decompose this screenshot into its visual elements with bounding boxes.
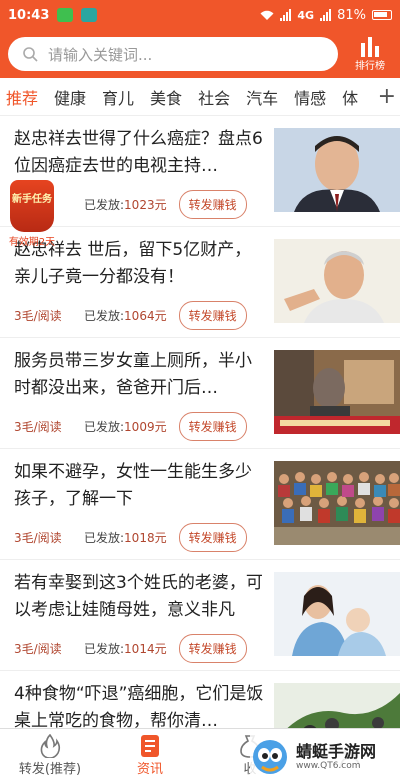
article-reads: 3毛/阅读 — [14, 642, 62, 656]
list-item[interactable]: 赵忠祥去 世后，留下5亿财产，亲儿子竟一分都没有！ 3毛/阅读 已发放: 106… — [0, 227, 400, 338]
article-reads: 3毛/阅读 — [14, 420, 62, 434]
battery-percent: 81% — [337, 7, 366, 23]
nav-forward[interactable]: 转发(推荐) — [0, 729, 100, 782]
article-amount: 1014元 — [124, 642, 167, 656]
nav-news[interactable]: 资讯 — [100, 729, 200, 782]
watermark: 蜻蜓手游网 www.QT6.com — [250, 732, 400, 782]
article-reads: 3毛/阅读 — [14, 531, 62, 545]
news-icon — [141, 735, 159, 757]
network-type: 4G — [297, 8, 315, 22]
tab-parenting[interactable]: 育儿 — [102, 85, 134, 109]
battery-icon — [372, 10, 392, 20]
ranking-label: 排行榜 — [355, 60, 385, 72]
article-amount: 1064元 — [124, 309, 167, 323]
header: 请输入关键词... 排行榜 — [0, 30, 400, 78]
tab-sports[interactable]: 体 — [342, 85, 358, 109]
tab-health[interactable]: 健康 — [54, 85, 86, 109]
dragonfly-logo-icon — [253, 740, 287, 774]
list-item[interactable]: 若有幸娶到这3个姓氏的老婆，可以考虑让娃随母姓，意义非凡 3毛/阅读 已发放: … — [0, 560, 400, 671]
list-item[interactable]: 如果不避孕，女性一生能生多少孩子，了解一下 3毛/阅读 已发放: 1018元 转… — [0, 449, 400, 560]
nav-forward-label: 转发(推荐) — [18, 762, 82, 777]
article-posted-label: 已发放: — [84, 531, 125, 545]
tab-emotion[interactable]: 情感 — [294, 85, 326, 109]
gift-bag-icon: 新手任务 — [10, 180, 54, 232]
article-posted-label: 已发放: — [84, 198, 125, 212]
tab-recommend[interactable]: 推荐 — [6, 85, 38, 109]
article-thumbnail — [274, 128, 400, 212]
add-tab-button[interactable]: + — [373, 84, 396, 109]
article-title: 服务员带三岁女童上厕所，半小时都没出来，爸爸开门后… — [14, 351, 252, 398]
nav-news-label: 资讯 — [136, 762, 163, 777]
article-posted-label: 已发放: — [84, 642, 125, 656]
status-time: 10:43 — [8, 7, 50, 23]
badge-expiry: 有效期2天 — [8, 237, 56, 248]
bar-chart-icon — [361, 36, 379, 57]
wechat-icon — [57, 8, 74, 22]
category-tabs: 推荐 健康 育儿 美食 社会 汽车 情感 体 + — [0, 78, 400, 116]
article-thumbnail — [274, 461, 400, 545]
article-thumbnail — [274, 239, 400, 323]
list-item[interactable]: 4种食物“吓退”癌细胞，它们是饭桌上常吃的食物，帮你清… — [0, 671, 400, 728]
watermark-url: www.QT6.com — [296, 761, 361, 771]
badge-label: 新手任务 — [12, 194, 52, 205]
list-item[interactable]: 赵忠祥去世得了什么癌症？盘点6位因癌症去世的电视主持… 已发放: 1023元 转… — [0, 116, 400, 227]
tab-society[interactable]: 社会 — [198, 85, 230, 109]
article-title: 若有幸娶到这3个姓氏的老婆，可以考虑让娃随母姓，意义非凡 — [14, 573, 263, 620]
forward-earn-button[interactable]: 转发赚钱 — [178, 412, 247, 441]
article-list: 赵忠祥去世得了什么癌症？盘点6位因癌症去世的电视主持… 已发放: 1023元 转… — [0, 116, 400, 728]
article-amount: 1018元 — [124, 531, 167, 545]
article-thumbnail — [274, 572, 400, 656]
search-input[interactable]: 请输入关键词... — [8, 37, 338, 71]
list-item[interactable]: 服务员带三岁女童上厕所，半小时都没出来，爸爸开门后… 3毛/阅读 已发放: 10… — [0, 338, 400, 449]
flame-icon — [40, 734, 61, 758]
wifi-icon — [260, 10, 274, 20]
article-reads: 3毛/阅读 — [14, 309, 62, 323]
article-amount: 1009元 — [124, 420, 167, 434]
article-amount: 1023元 — [124, 198, 167, 212]
article-title: 如果不避孕，女性一生能生多少孩子，了解一下 — [14, 462, 252, 509]
article-thumbnail — [274, 350, 400, 434]
ranking-button[interactable]: 排行榜 — [348, 36, 392, 72]
watermark-name: 蜻蜓手游网 — [296, 742, 377, 761]
forward-earn-button[interactable]: 转发赚钱 — [178, 523, 247, 552]
search-icon — [23, 47, 38, 62]
status-bar: 10:43 4G 81% — [0, 0, 400, 30]
newbie-task-badge[interactable]: 新手任务 有效期2天 — [4, 180, 60, 248]
tab-food[interactable]: 美食 — [150, 85, 182, 109]
app-notification-icon — [81, 8, 98, 22]
forward-earn-button[interactable]: 转发赚钱 — [178, 301, 247, 330]
article-title: 4种食物“吓退”癌细胞，它们是饭桌上常吃的食物，帮你清… — [14, 684, 264, 728]
article-thumbnail — [274, 683, 400, 728]
tab-auto[interactable]: 汽车 — [246, 85, 278, 109]
forward-earn-button[interactable]: 转发赚钱 — [178, 190, 247, 219]
signal-icon-2 — [320, 9, 332, 21]
forward-earn-button[interactable]: 转发赚钱 — [178, 634, 247, 663]
signal-icon — [280, 9, 292, 21]
article-posted-label: 已发放: — [84, 420, 125, 434]
article-title: 赵忠祥去世得了什么癌症？盘点6位因癌症去世的电视主持… — [14, 129, 263, 176]
article-posted-label: 已发放: — [84, 309, 125, 323]
search-placeholder: 请输入关键词... — [48, 45, 153, 64]
